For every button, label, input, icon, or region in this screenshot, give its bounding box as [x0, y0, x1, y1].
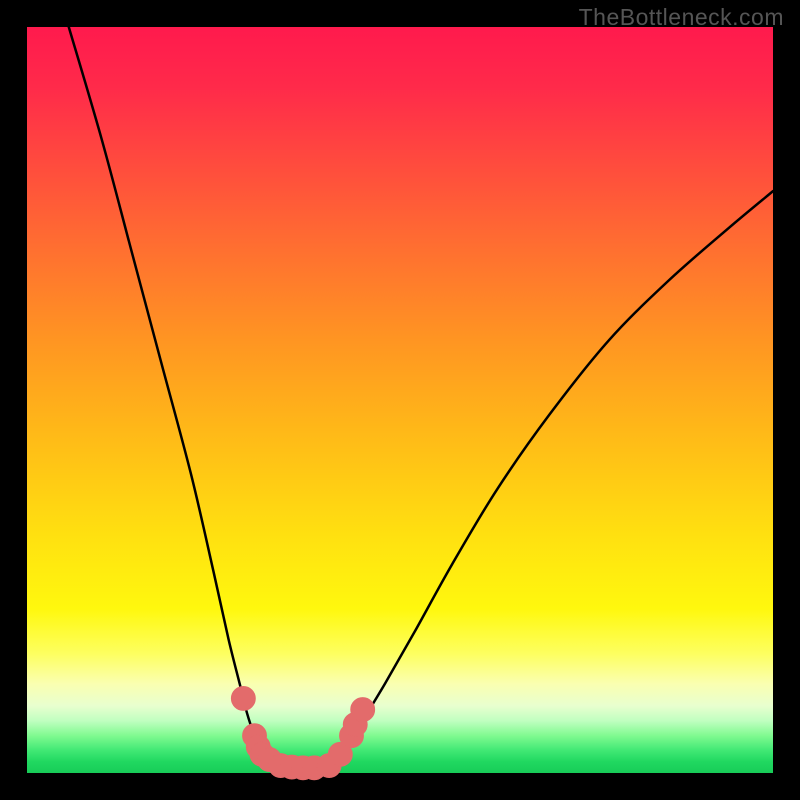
data-marker: [351, 698, 375, 722]
data-markers: [231, 686, 374, 779]
right-curve: [333, 191, 773, 765]
data-marker: [231, 686, 255, 710]
chart-svg: [27, 27, 773, 773]
left-curve: [69, 27, 292, 766]
